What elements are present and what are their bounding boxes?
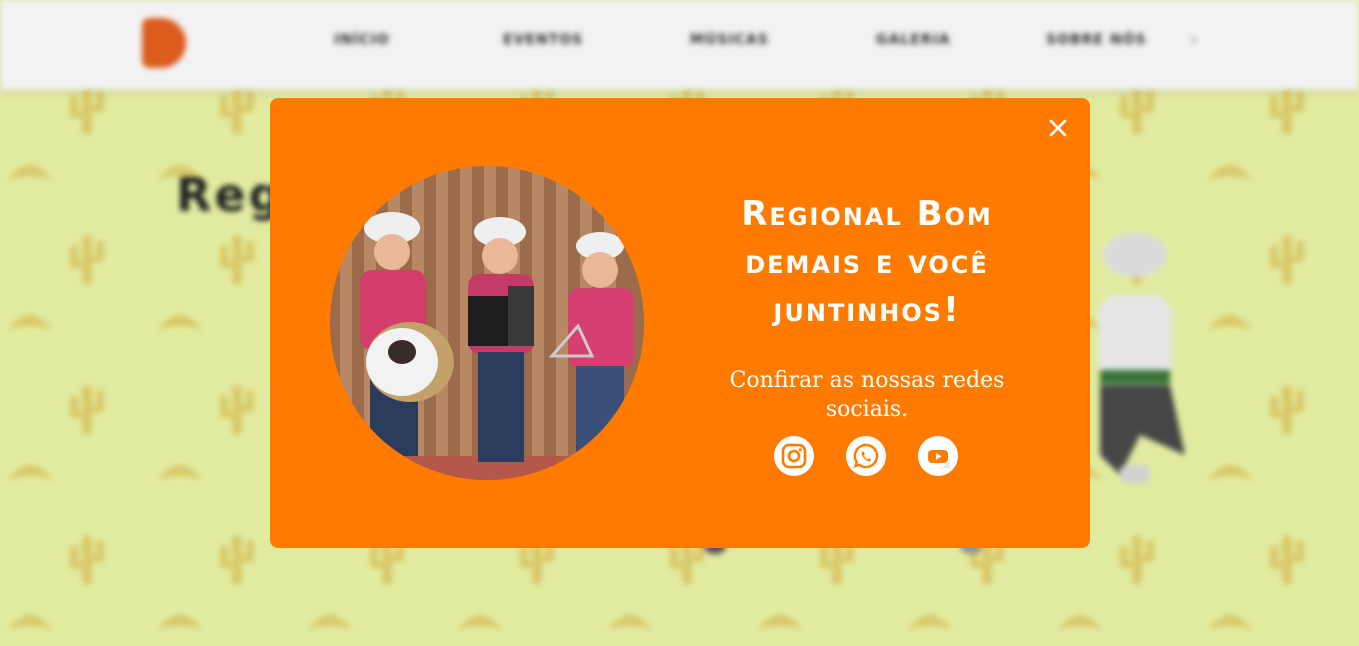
- band-photo: [330, 166, 644, 480]
- popup-content: Regional Bom demais e você juntinhos! Co…: [710, 190, 1024, 424]
- whatsapp-icon: [853, 443, 879, 469]
- youtube-icon: [928, 450, 951, 469]
- popup-subtitle: Confirar as nossas redes sociais.: [729, 368, 1005, 422]
- whatsapp-link[interactable]: [846, 436, 886, 476]
- social-links: [774, 436, 964, 478]
- instagram-icon: [781, 443, 807, 469]
- instagram-link[interactable]: [774, 436, 814, 476]
- social-popup: Regional Bom demais e você juntinhos! Co…: [270, 98, 1090, 548]
- youtube-link[interactable]: [918, 436, 958, 476]
- popup-title: Regional Bom demais e você juntinhos!: [741, 194, 993, 330]
- close-icon[interactable]: [1044, 114, 1072, 142]
